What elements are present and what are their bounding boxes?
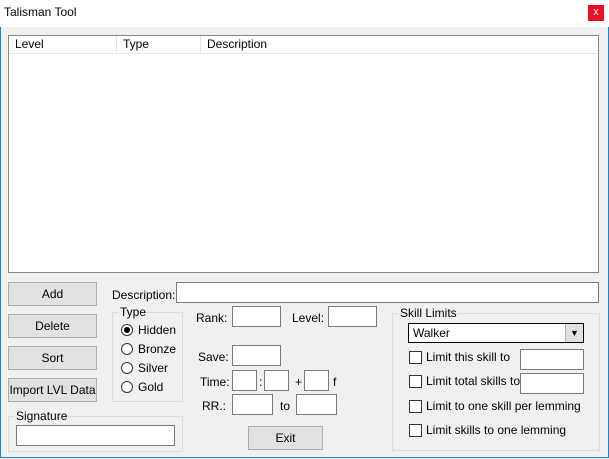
limit-this-skill-checkbox[interactable]	[409, 351, 422, 364]
limit-one-skill-per-lemming-checkbox[interactable]	[409, 400, 422, 413]
radio-hidden[interactable]	[121, 324, 133, 336]
time-minutes-input[interactable]	[232, 370, 257, 391]
signature-group-title: Signature	[15, 409, 69, 423]
window-title: Talisman Tool	[4, 5, 77, 19]
save-input[interactable]	[232, 345, 281, 366]
close-button[interactable]: x	[588, 5, 604, 21]
time-label: Time:	[200, 375, 230, 389]
import-lvl-data-button[interactable]: Import LVL Data	[8, 378, 97, 402]
radio-hidden-label: Hidden	[138, 323, 177, 337]
delete-button[interactable]: Delete	[8, 314, 97, 338]
level-input[interactable]	[328, 306, 377, 327]
radio-bronze[interactable]	[121, 343, 133, 355]
limit-this-skill-label: Limit this skill to	[426, 350, 511, 364]
column-header-type[interactable]: Type	[117, 36, 201, 53]
column-header-description[interactable]: Description	[201, 36, 597, 53]
level-label: Level:	[292, 311, 325, 325]
time-colon: :	[259, 375, 263, 389]
limit-total-skills-input[interactable]	[520, 373, 584, 394]
rank-input[interactable]	[232, 306, 281, 327]
chevron-down-icon[interactable]: ▼	[565, 324, 583, 342]
add-button[interactable]: Add	[8, 282, 97, 306]
sort-button[interactable]: Sort	[8, 346, 97, 370]
radio-bronze-label: Bronze	[138, 342, 177, 356]
limit-skills-one-lemming-checkbox[interactable]	[409, 424, 422, 437]
time-seconds-input[interactable]	[264, 370, 289, 391]
rr-to-input[interactable]	[296, 394, 337, 415]
title-bar: Talisman Tool x	[0, 0, 609, 27]
time-plus: +	[295, 375, 303, 389]
skill-limits-group-title: Skill Limits	[399, 306, 458, 320]
description-label: Description:	[112, 288, 176, 302]
radio-silver[interactable]	[121, 362, 133, 374]
save-label: Save:	[198, 350, 229, 364]
skill-select-value: Walker	[413, 326, 450, 340]
description-input[interactable]	[176, 282, 599, 303]
time-frames-unit: f	[333, 375, 337, 389]
close-icon: x	[593, 6, 599, 18]
rr-label: RR.:	[202, 399, 226, 413]
exit-button[interactable]: Exit	[248, 426, 323, 450]
radio-silver-label: Silver	[138, 361, 169, 375]
limit-skills-one-lemming-label: Limit skills to one lemming	[426, 423, 567, 437]
rr-to-label: to	[280, 399, 291, 413]
type-group-title: Type	[119, 305, 148, 319]
time-frames-input[interactable]	[304, 370, 329, 391]
limit-total-skills-checkbox[interactable]	[409, 375, 422, 388]
skill-select[interactable]: Walker ▼	[408, 323, 584, 343]
column-header-level[interactable]: Level	[9, 36, 117, 53]
rr-from-input[interactable]	[232, 394, 273, 415]
rank-label: Rank:	[196, 311, 228, 325]
radio-gold-label: Gold	[138, 380, 164, 394]
talisman-list[interactable]: Level Type Description	[8, 35, 599, 273]
radio-gold[interactable]	[121, 381, 133, 393]
signature-input[interactable]	[16, 425, 175, 446]
list-header: Level Type Description	[9, 36, 598, 54]
limit-one-skill-per-lemming-label: Limit to one skill per lemming	[426, 399, 581, 413]
limit-this-skill-input[interactable]	[520, 349, 584, 370]
limit-total-skills-label: Limit total skills to	[426, 374, 521, 388]
